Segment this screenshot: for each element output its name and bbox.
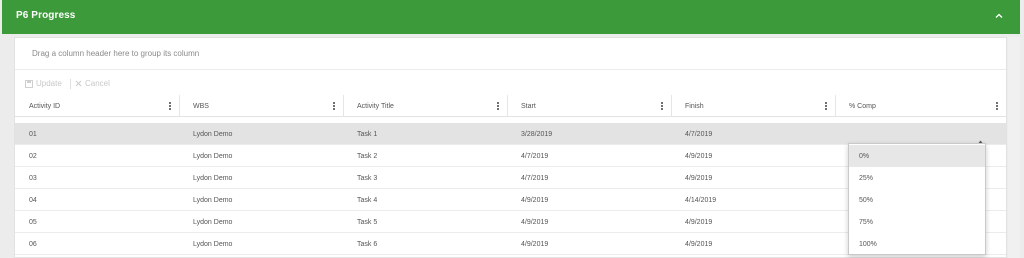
dropdown-option-label: 50% [859,197,874,204]
percent-complete-dropdown: 0% 25% 50% 75% 100% [848,143,986,255]
table-row[interactable]: 01 Lydon Demo Task 1 3/28/2019 4/7/2019 [15,123,1006,145]
cell-finish: 4/14/2019 [685,197,717,204]
column-header-label: Activity ID [29,103,61,110]
cell-activity-id: 04 [29,197,37,204]
column-divider [343,95,344,117]
vertical-ellipsis-icon[interactable] [823,101,829,111]
column-header-label: Activity Title [357,103,394,110]
cancel-button[interactable]: Cancel [75,79,110,88]
dropdown-option[interactable]: 25% [849,167,985,189]
p6-progress-panel: P6 Progress Drag a column header here to… [0,0,1024,258]
cell-finish: 4/7/2019 [685,131,713,138]
cell-start: 4/7/2019 [521,175,549,182]
cell-start: 3/28/2019 [521,131,553,138]
cell-activity-id: 03 [29,175,37,182]
column-header-activity-title[interactable]: Activity Title [343,95,507,117]
column-header-start[interactable]: Start [507,95,671,117]
cell-wbs: Lydon Demo [193,219,233,226]
cell-wbs: Lydon Demo [193,131,233,138]
grid-toolbar: Update Cancel [15,71,1006,95]
panel-header[interactable]: P6 Progress [2,0,1020,34]
save-icon [25,79,33,88]
group-by-bar[interactable]: Drag a column header here to group its c… [15,38,1006,70]
cancel-label: Cancel [85,79,110,88]
cell-start: 4/9/2019 [521,241,549,248]
cell-start: 4/9/2019 [521,219,549,226]
cell-wbs: Lydon Demo [193,153,233,160]
dropdown-option-label: 25% [859,175,874,182]
column-header-finish[interactable]: Finish [671,95,835,117]
cell-activity-id: 02 [29,153,37,160]
column-header-label: Finish [685,103,704,110]
vertical-ellipsis-icon[interactable] [994,101,1000,111]
column-header-label: Start [521,103,536,110]
vertical-ellipsis-icon[interactable] [495,101,501,111]
column-header-label: % Comp [849,103,876,110]
cell-finish: 4/9/2019 [685,241,713,248]
dropdown-option-label: 100% [859,241,877,248]
cell-finish: 4/9/2019 [685,219,713,226]
column-divider [179,95,180,117]
cell-activity-title: Task 1 [357,131,378,138]
dropdown-option[interactable]: 75% [849,211,985,233]
vertical-ellipsis-icon[interactable] [167,101,173,111]
vertical-scrollbar[interactable] [1008,37,1020,258]
cell-wbs: Lydon Demo [193,241,233,248]
column-header-label: WBS [193,103,209,110]
cell-activity-id: 05 [29,219,37,226]
cell-finish: 4/9/2019 [685,153,713,160]
cell-activity-id: 01 [29,131,37,138]
toolbar-divider [70,79,71,89]
cell-activity-title: Task 3 [357,175,378,182]
close-icon [75,80,82,87]
dropdown-option-label: 0% [859,153,870,160]
update-label: Update [36,79,62,88]
column-header-activity-id[interactable]: Activity ID [15,95,179,117]
update-button[interactable]: Update [25,79,62,88]
cell-activity-title: Task 6 [357,241,378,248]
column-divider [507,95,508,117]
column-header-wbs[interactable]: WBS [179,95,343,117]
dropdown-option-label: 75% [859,219,874,226]
cell-start: 4/9/2019 [521,197,549,204]
column-header-percent-complete[interactable]: % Comp [835,95,1006,117]
dropdown-option[interactable]: 100% [849,233,985,255]
group-hint: Drag a column header here to group its c… [32,49,200,58]
cell-finish: 4/9/2019 [685,175,713,182]
cell-wbs: Lydon Demo [193,197,233,204]
dropdown-option[interactable]: 50% [849,189,985,211]
cell-start: 4/7/2019 [521,153,549,160]
column-divider [671,95,672,117]
vertical-ellipsis-icon[interactable] [331,101,337,111]
column-divider [835,95,836,117]
panel-title: P6 Progress [16,10,76,21]
cell-activity-id: 06 [29,241,37,248]
vertical-ellipsis-icon[interactable] [659,101,665,111]
cell-wbs: Lydon Demo [193,175,233,182]
dropdown-option[interactable]: 0% [849,145,985,167]
caret-up-icon[interactable] [977,132,984,145]
cell-activity-title: Task 5 [357,219,378,226]
chevron-up-icon[interactable] [992,9,1006,23]
cell-activity-title: Task 2 [357,153,378,160]
cell-activity-title: Task 4 [357,197,378,204]
